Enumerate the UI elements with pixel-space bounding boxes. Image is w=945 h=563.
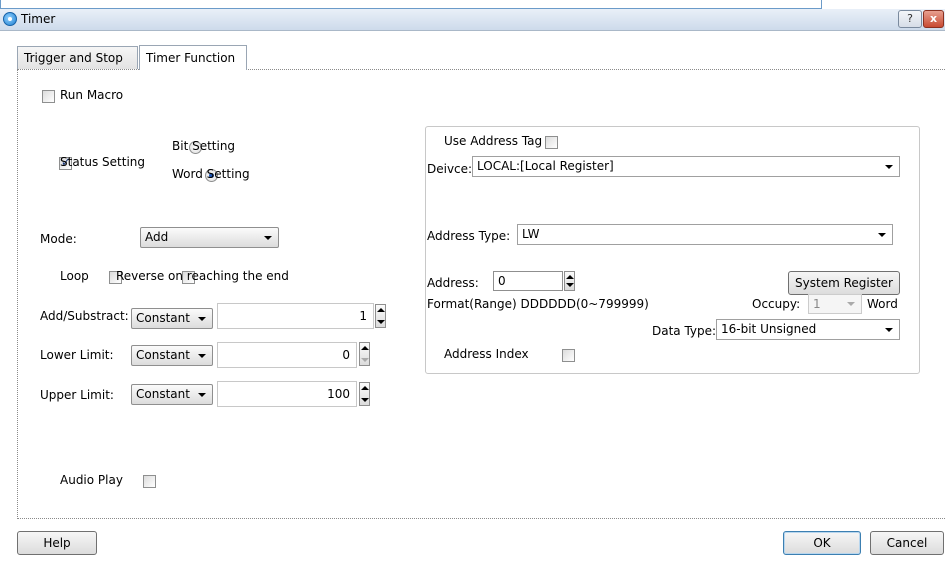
close-caption-button[interactable]: x xyxy=(923,10,944,28)
tab-trigger-and-stop[interactable]: Trigger and Stop xyxy=(17,46,138,70)
occupy-value: 1 xyxy=(813,297,821,311)
address-index-label: Address Index xyxy=(444,347,529,361)
upper-limit-type-value: Constant xyxy=(136,387,190,401)
mode-value: Add xyxy=(145,230,169,244)
help-caption-button[interactable]: ? xyxy=(898,10,922,28)
add-substract-type-value: Constant xyxy=(136,311,190,325)
address-type-dropdown[interactable]: LW xyxy=(517,224,893,245)
chevron-down-icon xyxy=(198,393,206,397)
spin-down-icon xyxy=(361,398,369,402)
chevron-down-icon xyxy=(885,328,893,332)
device-value: LOCAL:[Local Register] xyxy=(477,159,614,173)
spin-up-icon xyxy=(361,346,369,350)
add-substract-input[interactable]: 1 xyxy=(217,303,374,329)
chevron-down-icon xyxy=(198,354,206,358)
lower-limit-type-value: Constant xyxy=(136,348,190,362)
upper-limit-label: Upper Limit: xyxy=(40,388,114,402)
run-macro-label: Run Macro xyxy=(60,88,124,102)
use-address-tag-checkbox[interactable] xyxy=(544,136,558,149)
lower-limit-input[interactable]: 0 xyxy=(217,342,357,368)
system-register-button[interactable]: System Register xyxy=(788,271,900,295)
chevron-down-icon xyxy=(198,317,206,321)
add-substract-spinner[interactable] xyxy=(375,304,386,328)
upper-limit-input[interactable]: 100 xyxy=(217,381,357,407)
loop-label: Loop xyxy=(60,269,89,283)
address-spinner[interactable] xyxy=(564,271,575,291)
spin-down-icon xyxy=(361,358,369,362)
background-window-edge xyxy=(0,0,822,9)
word-setting-label: Word Setting xyxy=(172,167,250,181)
status-setting-label: Status Setting xyxy=(60,155,146,169)
address-index-checkbox[interactable] xyxy=(561,349,575,362)
address-input[interactable]: 0 xyxy=(493,271,563,291)
upper-limit-spinner[interactable] xyxy=(359,382,370,406)
chevron-down-icon xyxy=(878,233,886,237)
data-type-dropdown[interactable]: 16-bit Unsigned xyxy=(716,319,900,340)
bit-setting-label: Bit Setting xyxy=(172,139,236,153)
title-bar: Timer ? x xyxy=(0,9,945,31)
ok-button[interactable]: OK xyxy=(783,531,861,555)
chevron-down-icon xyxy=(847,302,855,306)
audio-play-label: Audio Play xyxy=(60,473,123,487)
help-button[interactable]: Help xyxy=(17,531,97,555)
occupy-dropdown[interactable]: 1 xyxy=(808,294,862,314)
data-type-value: 16-bit Unsigned xyxy=(721,322,817,336)
spin-down-icon xyxy=(566,283,574,287)
spin-up-icon xyxy=(377,308,385,312)
occupy-label: Occupy: xyxy=(752,297,801,311)
lower-limit-label: Lower Limit: xyxy=(40,348,114,362)
spin-up-icon xyxy=(361,386,369,390)
lower-limit-spinner[interactable] xyxy=(359,342,370,366)
add-substract-type-dropdown[interactable]: Constant xyxy=(131,308,213,329)
address-type-value: LW xyxy=(522,227,540,241)
spin-down-icon xyxy=(377,320,385,324)
window-title: Timer xyxy=(21,12,56,26)
address-type-label: Address Type: xyxy=(427,229,511,243)
reverse-label: Reverse on reaching the end xyxy=(116,269,289,283)
lower-limit-type-dropdown[interactable]: Constant xyxy=(131,345,213,366)
upper-limit-type-dropdown[interactable]: Constant xyxy=(131,384,213,405)
app-icon xyxy=(3,12,17,26)
address-label: Address: xyxy=(427,276,479,290)
mode-label: Mode: xyxy=(40,232,77,246)
add-substract-label: Add/Substract: xyxy=(40,309,129,323)
audio-play-checkbox[interactable] xyxy=(142,475,156,488)
mode-dropdown[interactable]: Add xyxy=(140,227,279,248)
run-macro-checkbox[interactable] xyxy=(42,90,55,103)
chevron-down-icon xyxy=(885,165,893,169)
chevron-down-icon xyxy=(264,236,272,240)
occupy-unit: Word xyxy=(867,297,898,311)
device-label: Deivce: xyxy=(427,162,473,176)
tab-timer-function[interactable]: Timer Function xyxy=(139,45,247,70)
format-range-text: Format(Range) DDDDDD(0~799999) xyxy=(427,297,649,311)
cancel-button[interactable]: Cancel xyxy=(870,531,944,555)
data-type-label: Data Type: xyxy=(652,324,717,338)
use-address-tag-label: Use Address Tag xyxy=(444,134,543,148)
device-dropdown[interactable]: LOCAL:[Local Register] xyxy=(472,156,900,177)
spin-up-icon xyxy=(566,275,574,279)
